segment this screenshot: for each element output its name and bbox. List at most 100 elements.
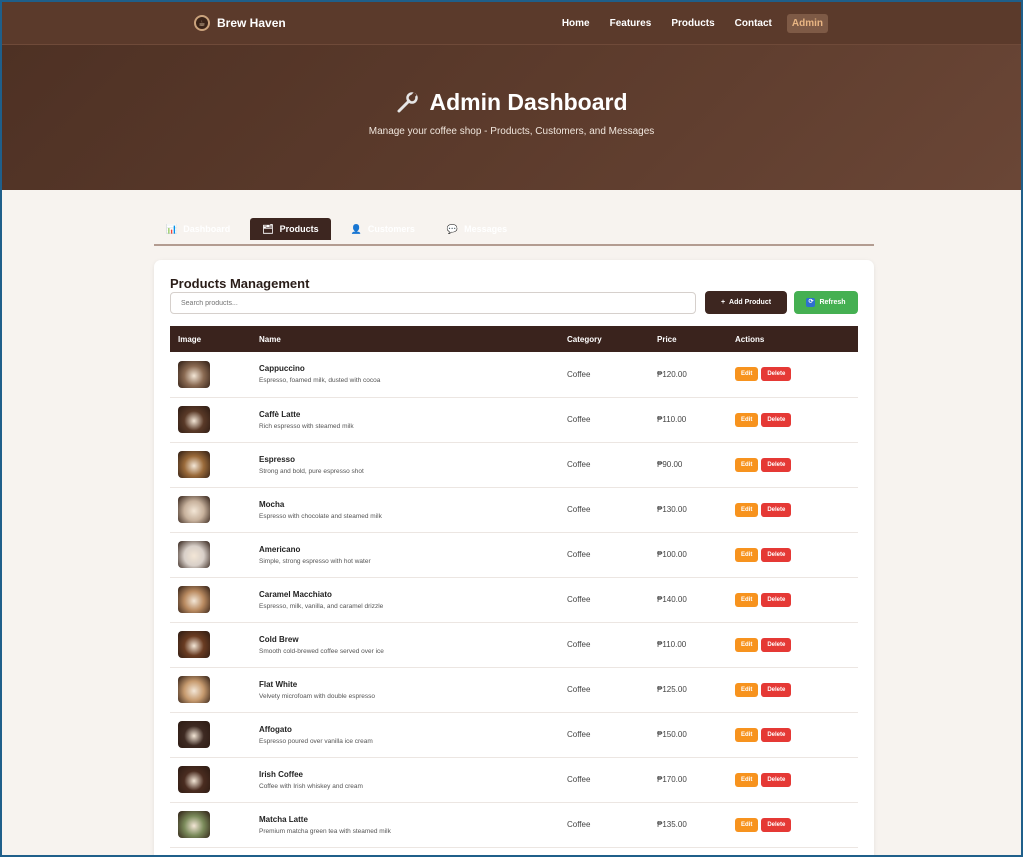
nav-link-home[interactable]: Home xyxy=(557,14,595,33)
product-actions: Edit Delete xyxy=(727,532,858,578)
product-name: Caramel Macchiato xyxy=(259,589,332,599)
nav-link-contact[interactable]: Contact xyxy=(730,14,777,33)
product-category: Coffee xyxy=(559,397,649,443)
nav-link-features[interactable]: Features xyxy=(605,14,657,33)
delete-button[interactable]: Delete xyxy=(761,367,792,382)
product-thumbnail xyxy=(178,541,210,568)
delete-button[interactable]: Delete xyxy=(761,547,792,562)
edit-button[interactable]: Edit xyxy=(735,637,759,652)
edit-button[interactable]: Edit xyxy=(735,502,759,517)
column-header-actions: Actions xyxy=(727,326,858,352)
tab-messages[interactable]: 💬 Messages xyxy=(434,218,520,240)
edit-button[interactable]: Edit xyxy=(735,727,759,742)
delete-button[interactable]: Delete xyxy=(761,502,792,517)
product-price: ₱135.00 xyxy=(649,802,727,848)
edit-button[interactable]: Edit xyxy=(735,547,759,562)
product-price: ₱110.00 xyxy=(649,397,727,443)
table-row: Caramel Macchiato Espresso, milk, vanilla… xyxy=(170,577,858,623)
refresh-button[interactable]: ⟳ Refresh xyxy=(794,291,858,314)
product-name: Affogato xyxy=(259,724,292,734)
delete-button[interactable]: Delete xyxy=(761,682,792,697)
edit-button[interactable]: Edit xyxy=(735,772,759,787)
product-price: ₱130.00 xyxy=(649,487,727,533)
tab-label: Products xyxy=(279,224,319,234)
product-actions: Edit Delete xyxy=(727,487,858,533)
table-row: Cold Brew Smooth cold-brewed coffee serve… xyxy=(170,622,858,668)
product-actions: Edit Delete xyxy=(727,802,858,848)
table-header-row: Image Name Category Price Actions xyxy=(170,326,858,352)
delete-button[interactable]: Delete xyxy=(761,457,792,472)
product-category: Coffee xyxy=(559,352,649,398)
product-thumbnail xyxy=(178,360,210,388)
product-description: Espresso, foamed milk, dusted with cocoa xyxy=(259,377,381,385)
product-description: Strong and bold, pure espresso shot xyxy=(259,467,364,475)
table-row: Irish Coffee Coffee with Irish whiskey an… xyxy=(170,757,858,803)
edit-button[interactable]: Edit xyxy=(735,367,759,382)
product-price: ₱90.00 xyxy=(649,442,727,488)
product-name: Cold Brew xyxy=(259,634,299,644)
nav-link-products[interactable]: Products xyxy=(666,14,719,33)
add-product-label: Add Product xyxy=(729,299,772,306)
product-thumbnail xyxy=(178,721,210,748)
search-input[interactable] xyxy=(170,292,696,314)
edit-button[interactable]: Edit xyxy=(735,457,759,472)
product-image-cell xyxy=(170,442,251,488)
chart-icon: 📊 xyxy=(166,223,178,234)
table-row: Cappuccino Espresso, foamed milk, dusted … xyxy=(170,352,858,398)
table-row: Espresso Strong and bold, pure espresso s… xyxy=(170,442,858,488)
table-row: Mocha Espresso with chocolate and steamed… xyxy=(170,487,858,533)
wrench-icon xyxy=(397,91,419,112)
tab-customers[interactable]: 👤 Customers xyxy=(338,218,427,240)
edit-button[interactable]: Edit xyxy=(735,592,759,607)
table-row: Americano Simple, strong espresso with ho… xyxy=(170,532,858,578)
brand[interactable]: ☕ Brew Haven xyxy=(194,15,286,31)
add-product-button[interactable]: + Add Product xyxy=(705,291,787,314)
edit-button[interactable]: Edit xyxy=(735,412,759,427)
nav-link-admin[interactable]: Admin xyxy=(786,14,828,33)
table-body: Cappuccino Espresso, foamed milk, dusted … xyxy=(170,352,858,848)
table-row: Matcha Latte Premium matcha green tea wit… xyxy=(170,802,858,848)
delete-button[interactable]: Delete xyxy=(761,817,792,832)
product-category: Coffee xyxy=(559,577,649,623)
product-actions: Edit Delete xyxy=(727,397,858,443)
product-name-cell: Affogato Espresso poured over vanilla ice… xyxy=(251,712,559,758)
delete-button[interactable]: Delete xyxy=(761,592,792,607)
product-name-cell: Caramel Macchiato Espresso, milk, vanilla… xyxy=(251,577,559,623)
product-thumbnail xyxy=(178,766,210,793)
product-description: Premium matcha green tea with steamed mi… xyxy=(259,827,391,835)
tab-dashboard[interactable]: 📊 Dashboard xyxy=(154,218,243,240)
product-image-cell xyxy=(170,667,251,713)
product-name: Matcha Latte xyxy=(259,814,308,824)
product-thumbnail xyxy=(178,406,210,433)
delete-button[interactable]: Delete xyxy=(761,412,792,427)
product-name: Espresso xyxy=(259,454,296,464)
product-price: ₱140.00 xyxy=(649,577,727,623)
product-price: ₱150.00 xyxy=(649,712,727,758)
product-category: Coffee xyxy=(559,802,649,848)
tab-label: Dashboard xyxy=(183,224,231,234)
product-name-cell: Flat White Velvety microfoam with double … xyxy=(251,667,559,713)
product-category: Coffee xyxy=(559,487,649,533)
product-name-cell: Matcha Latte Premium matcha green tea wit… xyxy=(251,802,559,848)
delete-button[interactable]: Delete xyxy=(761,727,792,742)
product-thumbnail xyxy=(178,631,210,658)
tab-products[interactable]: 🗂 Products xyxy=(250,218,331,240)
product-name-cell: Cappuccino Espresso, foamed milk, dusted … xyxy=(251,352,559,398)
delete-button[interactable]: Delete xyxy=(761,637,792,652)
product-category: Coffee xyxy=(559,622,649,668)
edit-button[interactable]: Edit xyxy=(735,817,759,832)
hero-banner: Admin Dashboard Manage your coffee shop … xyxy=(2,45,1021,190)
product-price: ₱110.00 xyxy=(649,622,727,668)
product-price: ₱170.00 xyxy=(649,757,727,803)
product-name-cell: Espresso Strong and bold, pure espresso s… xyxy=(251,442,559,488)
page-title-text: Admin Dashboard xyxy=(429,89,628,115)
product-image-cell xyxy=(170,352,251,398)
product-name-cell: Americano Simple, strong espresso with ho… xyxy=(251,532,559,578)
messages-icon: 💬 xyxy=(446,223,459,234)
product-name-cell: Irish Coffee Coffee with Irish whiskey an… xyxy=(251,757,559,803)
tab-label: Messages xyxy=(464,224,508,234)
edit-button[interactable]: Edit xyxy=(735,682,759,697)
column-header-price: Price xyxy=(649,326,727,352)
delete-button[interactable]: Delete xyxy=(761,772,792,787)
product-name: Mocha xyxy=(259,499,285,509)
